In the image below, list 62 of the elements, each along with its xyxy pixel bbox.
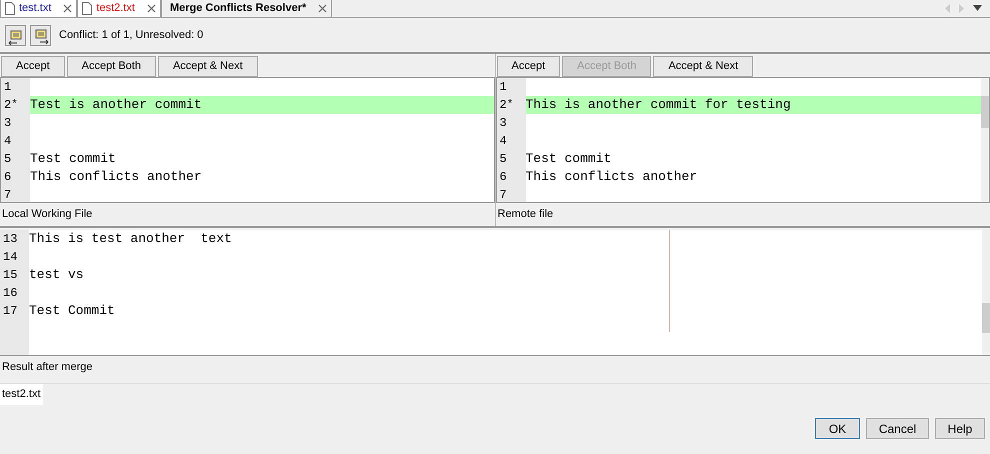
- code-line: This conflicts another: [30, 168, 202, 186]
- change-marker: *: [506, 98, 514, 113]
- line-number: 13: [2, 231, 18, 248]
- line-number: 14: [2, 249, 18, 266]
- line-number: 6: [498, 169, 507, 186]
- change-marker: *: [11, 98, 18, 113]
- code-line: Test is another commit: [30, 96, 202, 114]
- line-number: 1: [498, 79, 507, 96]
- code-line: This is test another text: [29, 230, 232, 248]
- code-line: Test Commit: [29, 302, 115, 320]
- right-arrow-icon: [959, 4, 965, 12]
- line-number: 15: [2, 267, 18, 284]
- line-number: 1: [3, 79, 12, 96]
- file-icon: [5, 2, 15, 15]
- code-line: This is another commit for testing: [526, 96, 791, 114]
- code-line: This conflicts another: [526, 168, 698, 186]
- line-number: 4: [498, 133, 507, 150]
- line-number: 2: [3, 97, 12, 114]
- line-number: 17: [2, 303, 18, 320]
- accept-button[interactable]: Accept: [496, 56, 560, 77]
- tab-label: test2.txt: [96, 1, 135, 16]
- editor-tab[interactable]: Merge Conflicts Resolver*: [160, 0, 332, 17]
- line-number: 2: [498, 97, 507, 114]
- editor-tab[interactable]: test.txt: [0, 0, 78, 17]
- line-number: 6: [3, 169, 12, 186]
- pane-caption: Local Working File: [1, 206, 94, 222]
- line-number: 5: [3, 151, 12, 168]
- file-icon: [82, 2, 92, 15]
- previous-conflict-button[interactable]: [5, 24, 26, 46]
- line-number: 3: [498, 115, 507, 132]
- dialog-button[interactable]: OK: [815, 418, 860, 439]
- scrollbar[interactable]: [982, 230, 990, 355]
- pane-caption: Result after merge: [1, 360, 94, 375]
- line-number: 7: [498, 187, 507, 202]
- left-arrow-icon: [945, 4, 951, 12]
- tab-label: Merge Conflicts Resolver*: [170, 1, 306, 16]
- tab-label: test.txt: [19, 1, 52, 16]
- close-icon: [63, 4, 72, 13]
- file-tab[interactable]: test2.txt: [0, 384, 43, 405]
- line-number: 16: [2, 285, 18, 302]
- editor-tab[interactable]: test2.txt: [77, 0, 161, 17]
- dialog-button[interactable]: Help: [935, 418, 985, 439]
- accept-button[interactable]: Accept & Next: [653, 56, 754, 77]
- line-number: 7: [3, 187, 12, 202]
- pane-caption: Remote file: [496, 206, 554, 222]
- line-number: 4: [3, 133, 12, 150]
- code-line: test vs: [29, 266, 84, 284]
- accept-button[interactable]: Accept Both: [66, 56, 156, 77]
- code-line: Test commit: [526, 150, 612, 168]
- line-number: 5: [498, 151, 507, 168]
- line-number: 3: [3, 115, 12, 132]
- conflict-status: Conflict: 1 of 1, Unresolved: 0: [59, 28, 204, 43]
- accept-button[interactable]: Accept & Next: [158, 56, 258, 77]
- accept-button: Accept Both: [562, 56, 652, 77]
- dropdown-icon: [973, 5, 982, 11]
- close-icon: [318, 4, 328, 13]
- code-line: Test commit: [30, 150, 116, 168]
- dialog-button[interactable]: Cancel: [866, 418, 929, 439]
- accept-button[interactable]: Accept: [1, 56, 65, 77]
- next-conflict-button[interactable]: [30, 24, 51, 46]
- scrollbar[interactable]: [981, 78, 989, 202]
- close-icon: [146, 4, 156, 13]
